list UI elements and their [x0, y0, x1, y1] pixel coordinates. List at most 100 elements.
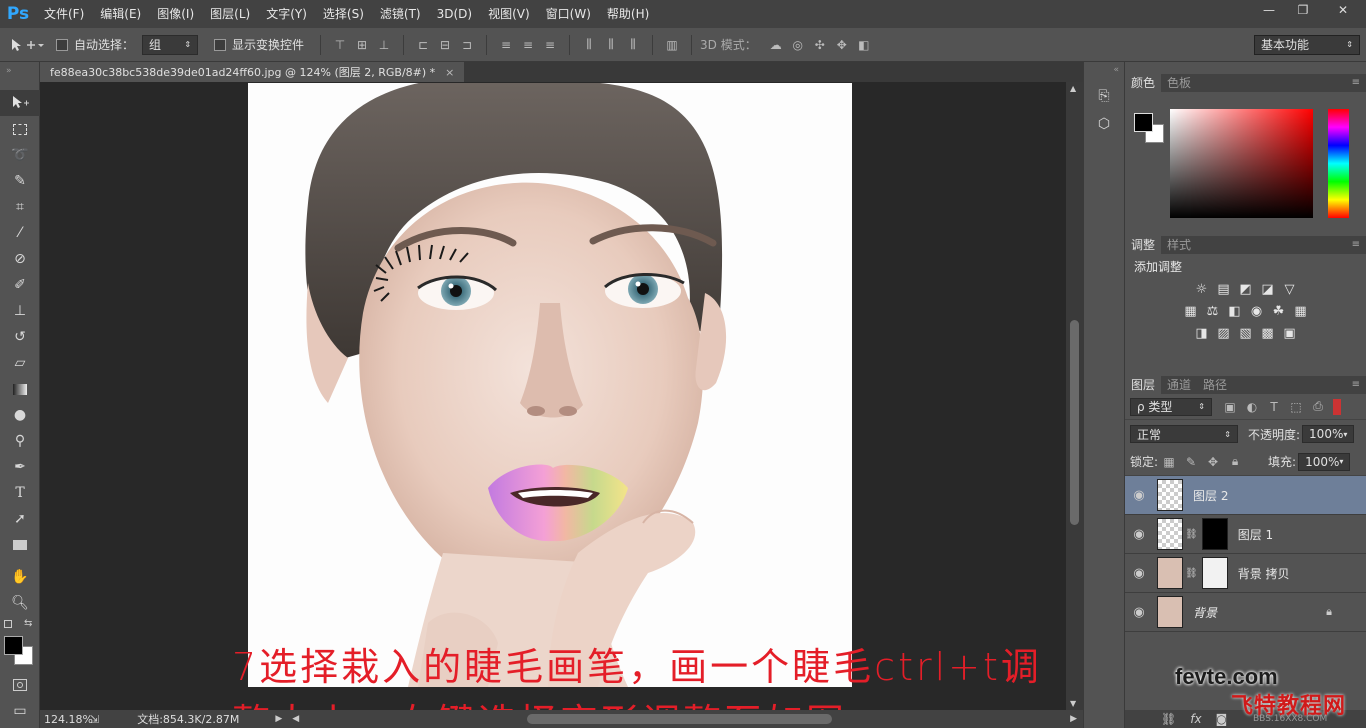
distribute-bottom-icon[interactable]: ≡ — [542, 37, 558, 53]
scale-3d-icon[interactable]: ◧ — [856, 37, 872, 53]
filter-toggle[interactable] — [1333, 398, 1341, 415]
fill-input[interactable]: 100% ▾ — [1298, 452, 1351, 471]
menu-3d[interactable]: 3D(D) — [429, 0, 480, 28]
invert-icon[interactable]: ◨ — [1194, 325, 1210, 341]
menu-window[interactable]: 窗口(W) — [538, 0, 599, 28]
hue-saturation-icon[interactable]: ▦ — [1183, 303, 1199, 319]
tab-layers[interactable]: 图层 — [1125, 376, 1162, 394]
mask-link-icon[interactable]: ⛓ — [1185, 529, 1198, 540]
close-button[interactable]: ✕ — [1320, 0, 1366, 20]
visibility-eye-icon[interactable]: ◉ — [1125, 566, 1153, 581]
collapse-strip-icon[interactable]: « — [1084, 62, 1124, 82]
lock-all-icon[interactable]: 🔒︎ — [1227, 454, 1243, 470]
auto-select-dropdown[interactable]: 组 ⇕ — [142, 34, 199, 55]
lasso-tool[interactable]: ➰ — [0, 142, 40, 168]
blend-mode-dropdown[interactable]: 正常 ⇕ — [1130, 425, 1238, 443]
dodge-tool[interactable]: ⚲ — [0, 428, 40, 454]
opacity-input[interactable]: 100% ▾ — [1302, 425, 1355, 443]
gradient-tool[interactable] — [0, 376, 40, 402]
panel-menu-icon[interactable]: ≡ — [1352, 239, 1360, 250]
color-balance-icon[interactable]: ⚖ — [1205, 303, 1221, 319]
menu-view[interactable]: 视图(V) — [480, 0, 538, 28]
tab-styles[interactable]: 样式 — [1161, 236, 1197, 254]
collapse-tools-icon[interactable]: » — [0, 62, 39, 90]
color-lookup-icon[interactable]: ▦ — [1293, 303, 1309, 319]
foreground-color-swatch[interactable] — [4, 636, 23, 655]
zoom-tool[interactable]: 🔍︎ — [0, 590, 40, 616]
history-panel-button[interactable]: ⎘ — [1084, 82, 1124, 110]
lock-transparent-icon[interactable]: ▦ — [1161, 454, 1177, 470]
document-tab[interactable]: fe88ea30c38bc538de39de01ad24ff60.jpg @ 1… — [40, 62, 465, 82]
visibility-eye-icon[interactable]: ◉ — [1125, 488, 1153, 503]
document-canvas[interactable] — [248, 83, 852, 687]
auto-select-checkbox[interactable] — [56, 38, 68, 51]
align-top-icon[interactable]: ⊤ — [332, 37, 348, 53]
layer-row[interactable]: ◉ ⛓ 背景 拷贝 — [1125, 554, 1366, 593]
filter-shape-icon[interactable]: ⬚ — [1288, 399, 1304, 415]
eyedropper-tool[interactable]: ⁄ — [0, 220, 40, 246]
tab-adjustments[interactable]: 调整 — [1125, 236, 1162, 254]
visibility-eye-icon[interactable]: ◉ — [1125, 527, 1153, 542]
menu-image[interactable]: 图像(I) — [149, 0, 202, 28]
layer-mask-thumbnail[interactable] — [1201, 518, 1228, 550]
panel-menu-icon[interactable]: ≡ — [1352, 379, 1360, 390]
color-swatches[interactable] — [0, 636, 39, 668]
layer-name[interactable]: 背景 拷贝 — [1238, 565, 1290, 582]
threshold-icon[interactable]: ▧ — [1238, 325, 1254, 341]
channel-mixer-icon[interactable]: ☘ — [1271, 303, 1287, 319]
zoom-level[interactable]: 124.18% — [44, 713, 93, 726]
swap-colors[interactable]: ⇆ — [0, 616, 39, 636]
align-bottom-icon[interactable]: ⊥ — [376, 37, 392, 53]
filter-adjust-icon[interactable]: ◐ — [1244, 399, 1260, 415]
hue-slider[interactable] — [1328, 109, 1349, 218]
vertical-scrollbar[interactable]: ▲ ▼ — [1066, 82, 1083, 710]
selective-color-icon[interactable]: ▣ — [1282, 325, 1298, 341]
move-tool-preset[interactable] — [8, 37, 44, 53]
layer-name[interactable]: 背景 — [1193, 604, 1217, 621]
canvas-area[interactable]: 7选择栽入的睫毛画笔，画一个睫毛ctrl+t调 整大小，右键选择变形调整至如图。 — [40, 82, 1066, 710]
menu-help[interactable]: 帮助(H) — [599, 0, 657, 28]
vibrance-icon[interactable]: ▽ — [1282, 281, 1298, 297]
shape-tool[interactable] — [0, 532, 40, 558]
distribute-top-icon[interactable]: ≡ — [498, 37, 514, 53]
distribute-right-icon[interactable]: ⫼ — [625, 37, 641, 53]
scroll-left-icon[interactable]: ◀ — [292, 714, 299, 724]
filter-type-icon[interactable]: T — [1266, 399, 1282, 415]
blur-tool[interactable]: ● — [0, 402, 40, 428]
horizontal-scroll-thumb[interactable] — [527, 714, 832, 724]
menu-edit[interactable]: 编辑(E) — [92, 0, 149, 28]
screen-mode-button[interactable]: ▭ — [0, 698, 40, 724]
auto-align-icon[interactable]: ▥ — [664, 37, 680, 53]
filter-pixel-icon[interactable]: ▣ — [1222, 399, 1238, 415]
pen-tool[interactable]: ✒ — [0, 454, 40, 480]
posterize-icon[interactable]: ▨ — [1216, 325, 1232, 341]
lock-pixels-icon[interactable]: ✎ — [1183, 454, 1199, 470]
crop-tool[interactable]: ⌗ — [0, 194, 40, 220]
rotate-3d-icon[interactable]: ☁ — [768, 37, 784, 53]
export-icon[interactable]: ⇲ — [90, 713, 99, 726]
show-transform-checkbox[interactable] — [214, 38, 227, 51]
align-hcenter-icon[interactable]: ⊟ — [437, 37, 453, 53]
healing-tool[interactable]: ⊘ — [0, 246, 40, 272]
mask-link-icon[interactable]: ⛓ — [1185, 568, 1198, 579]
menu-layer[interactable]: 图层(L) — [202, 0, 258, 28]
layer-row[interactable]: ◉ 背景 🔒︎ — [1125, 593, 1366, 632]
lock-position-icon[interactable]: ✥ — [1205, 454, 1221, 470]
layer-row[interactable]: ◉ 图层 2 — [1125, 476, 1366, 515]
brightness-icon[interactable]: ☼ — [1194, 281, 1210, 297]
color-spectrum[interactable] — [1170, 109, 1313, 218]
menu-select[interactable]: 选择(S) — [315, 0, 372, 28]
layer-filter-dropdown[interactable]: ρ 类型 ⇕ — [1130, 397, 1212, 416]
history-brush-tool[interactable]: ↺ — [0, 324, 40, 350]
stamp-tool[interactable]: ⊥ — [0, 298, 40, 324]
tab-swatches[interactable]: 色板 — [1161, 74, 1197, 92]
tab-color[interactable]: 颜色 — [1125, 74, 1162, 92]
vertical-scroll-thumb[interactable] — [1070, 320, 1079, 525]
filter-smart-icon[interactable]: ⎙ — [1310, 399, 1326, 415]
marquee-tool[interactable] — [0, 116, 40, 142]
scroll-up-icon[interactable]: ▲ — [1070, 84, 1076, 93]
exposure-icon[interactable]: ◪ — [1260, 281, 1276, 297]
tab-paths[interactable]: 路径 — [1197, 376, 1233, 394]
scroll-down-icon[interactable]: ▼ — [1070, 699, 1076, 708]
scroll-right-icon[interactable]: ▶ — [1070, 714, 1077, 724]
